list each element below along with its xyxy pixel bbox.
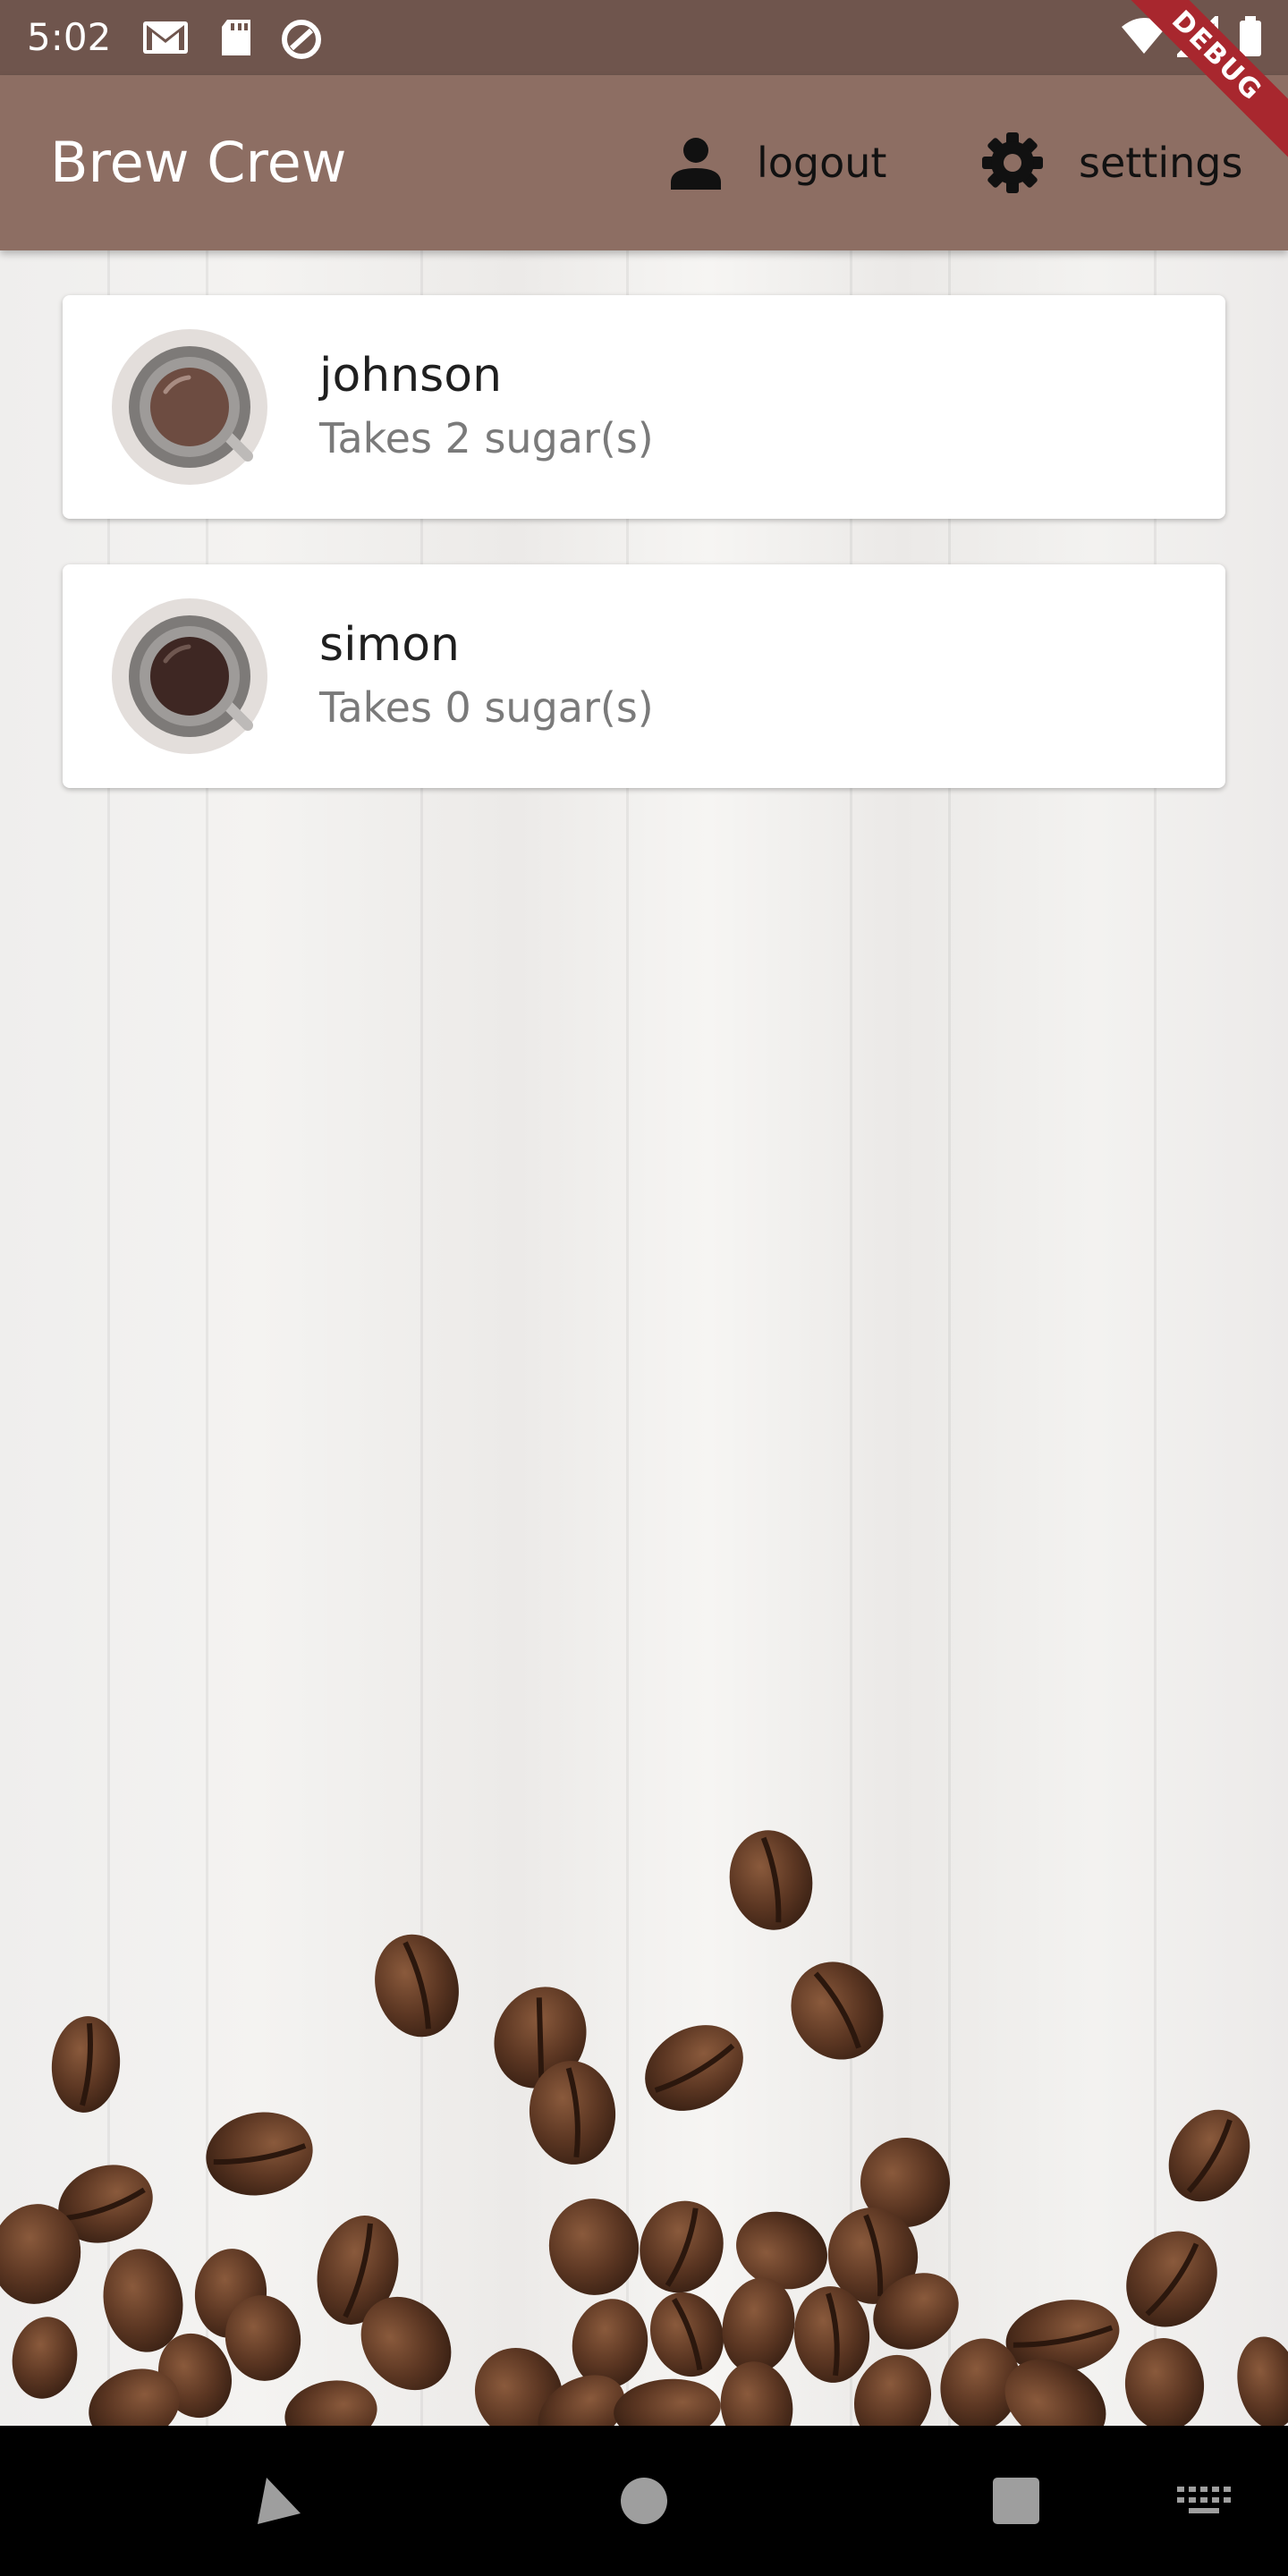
- keyboard-icon: [1177, 2487, 1231, 2513]
- at-sign-icon: [279, 18, 326, 59]
- brew-sugars: Takes 2 sugar(s): [319, 414, 654, 462]
- gear-icon: [980, 131, 1045, 195]
- brew-tile[interactable]: simon Takes 0 sugar(s): [63, 564, 1225, 788]
- avatar: [112, 329, 267, 485]
- gmail-icon: [141, 18, 188, 57]
- home-icon: [621, 2478, 667, 2524]
- home-button[interactable]: [590, 2426, 698, 2576]
- status-time: 5:02: [27, 15, 112, 59]
- coffee-cup-icon: [129, 615, 253, 737]
- brew-sugars: Takes 0 sugar(s): [319, 683, 654, 732]
- sd-card-icon: [216, 18, 263, 57]
- brew-name: johnson: [319, 349, 503, 402]
- system-nav-bar: [0, 2426, 1288, 2576]
- recents-icon: [993, 2478, 1039, 2524]
- coffee-cup-icon: [129, 346, 253, 468]
- recents-button[interactable]: [962, 2426, 1070, 2576]
- app-title: Brew Crew: [50, 130, 347, 195]
- avatar: [112, 598, 267, 754]
- person-icon: [669, 134, 723, 191]
- settings-button[interactable]: settings: [980, 127, 1242, 199]
- settings-label: settings: [1079, 139, 1243, 187]
- back-icon: [258, 2478, 301, 2524]
- brew-tile[interactable]: johnson Takes 2 sugar(s): [63, 295, 1225, 519]
- logout-label: logout: [757, 139, 887, 187]
- brew-name: simon: [319, 618, 460, 672]
- app-bar: Brew Crew logout settings: [0, 75, 1288, 250]
- logout-button[interactable]: logout: [669, 127, 886, 199]
- keyboard-button[interactable]: [1159, 2426, 1249, 2576]
- status-bar: 5:02: [0, 0, 1288, 75]
- back-button[interactable]: [224, 2426, 331, 2576]
